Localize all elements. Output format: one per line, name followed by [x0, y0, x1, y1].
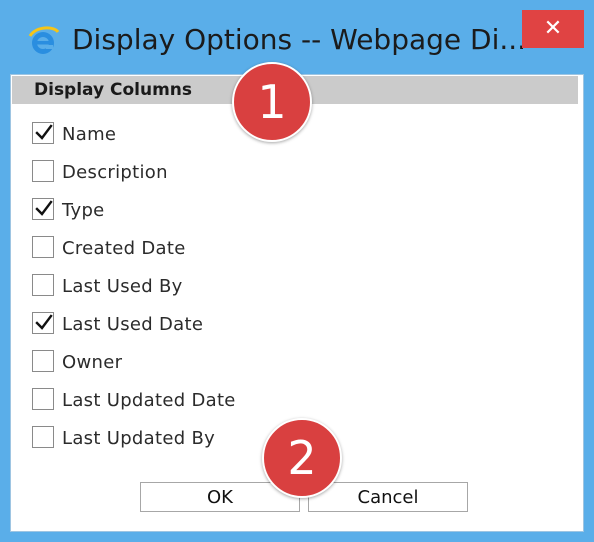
checkbox[interactable]: [32, 160, 54, 182]
checkbox[interactable]: [32, 312, 54, 334]
column-option[interactable]: Owner: [32, 348, 332, 376]
column-option[interactable]: Description: [32, 158, 332, 186]
step-marker-2: 2: [262, 418, 342, 498]
close-icon: ✕: [543, 16, 563, 41]
close-button[interactable]: ✕: [522, 10, 584, 48]
column-label: Last Updated By: [62, 428, 216, 449]
title-bar: Display Options -- Webpage Di... ✕: [0, 0, 594, 74]
checkbox[interactable]: [32, 198, 54, 220]
cancel-button[interactable]: Cancel: [308, 482, 468, 512]
column-label: Owner: [62, 352, 123, 373]
column-label: Created Date: [62, 238, 186, 259]
column-option[interactable]: Type: [32, 196, 332, 224]
window-title: Display Options -- Webpage Di...: [72, 23, 527, 56]
internet-explorer-icon: [26, 24, 60, 58]
column-option[interactable]: Last Used By: [32, 272, 332, 300]
column-label: Last Updated Date: [62, 390, 236, 411]
checkbox[interactable]: [32, 426, 54, 448]
checkmark-icon: [35, 124, 53, 140]
dialog-window: Display Options -- Webpage Di... ✕ Displ…: [0, 0, 594, 542]
checkbox[interactable]: [32, 236, 54, 258]
checkbox[interactable]: [32, 122, 54, 144]
step-marker-1: 1: [232, 62, 312, 142]
column-label: Name: [62, 124, 117, 145]
column-option[interactable]: Last Used Date: [32, 310, 332, 338]
checkbox[interactable]: [32, 388, 54, 410]
column-label: Last Used By: [62, 276, 183, 297]
checkmark-icon: [35, 314, 53, 330]
column-option[interactable]: Created Date: [32, 234, 332, 262]
checkbox[interactable]: [32, 350, 54, 372]
column-label: Type: [62, 200, 105, 221]
section-header-label: Display Columns: [34, 80, 193, 100]
column-option[interactable]: Last Updated Date: [32, 386, 332, 414]
column-label: Last Used Date: [62, 314, 204, 335]
checkbox[interactable]: [32, 274, 54, 296]
checkmark-icon: [35, 200, 53, 216]
column-label: Description: [62, 162, 168, 183]
